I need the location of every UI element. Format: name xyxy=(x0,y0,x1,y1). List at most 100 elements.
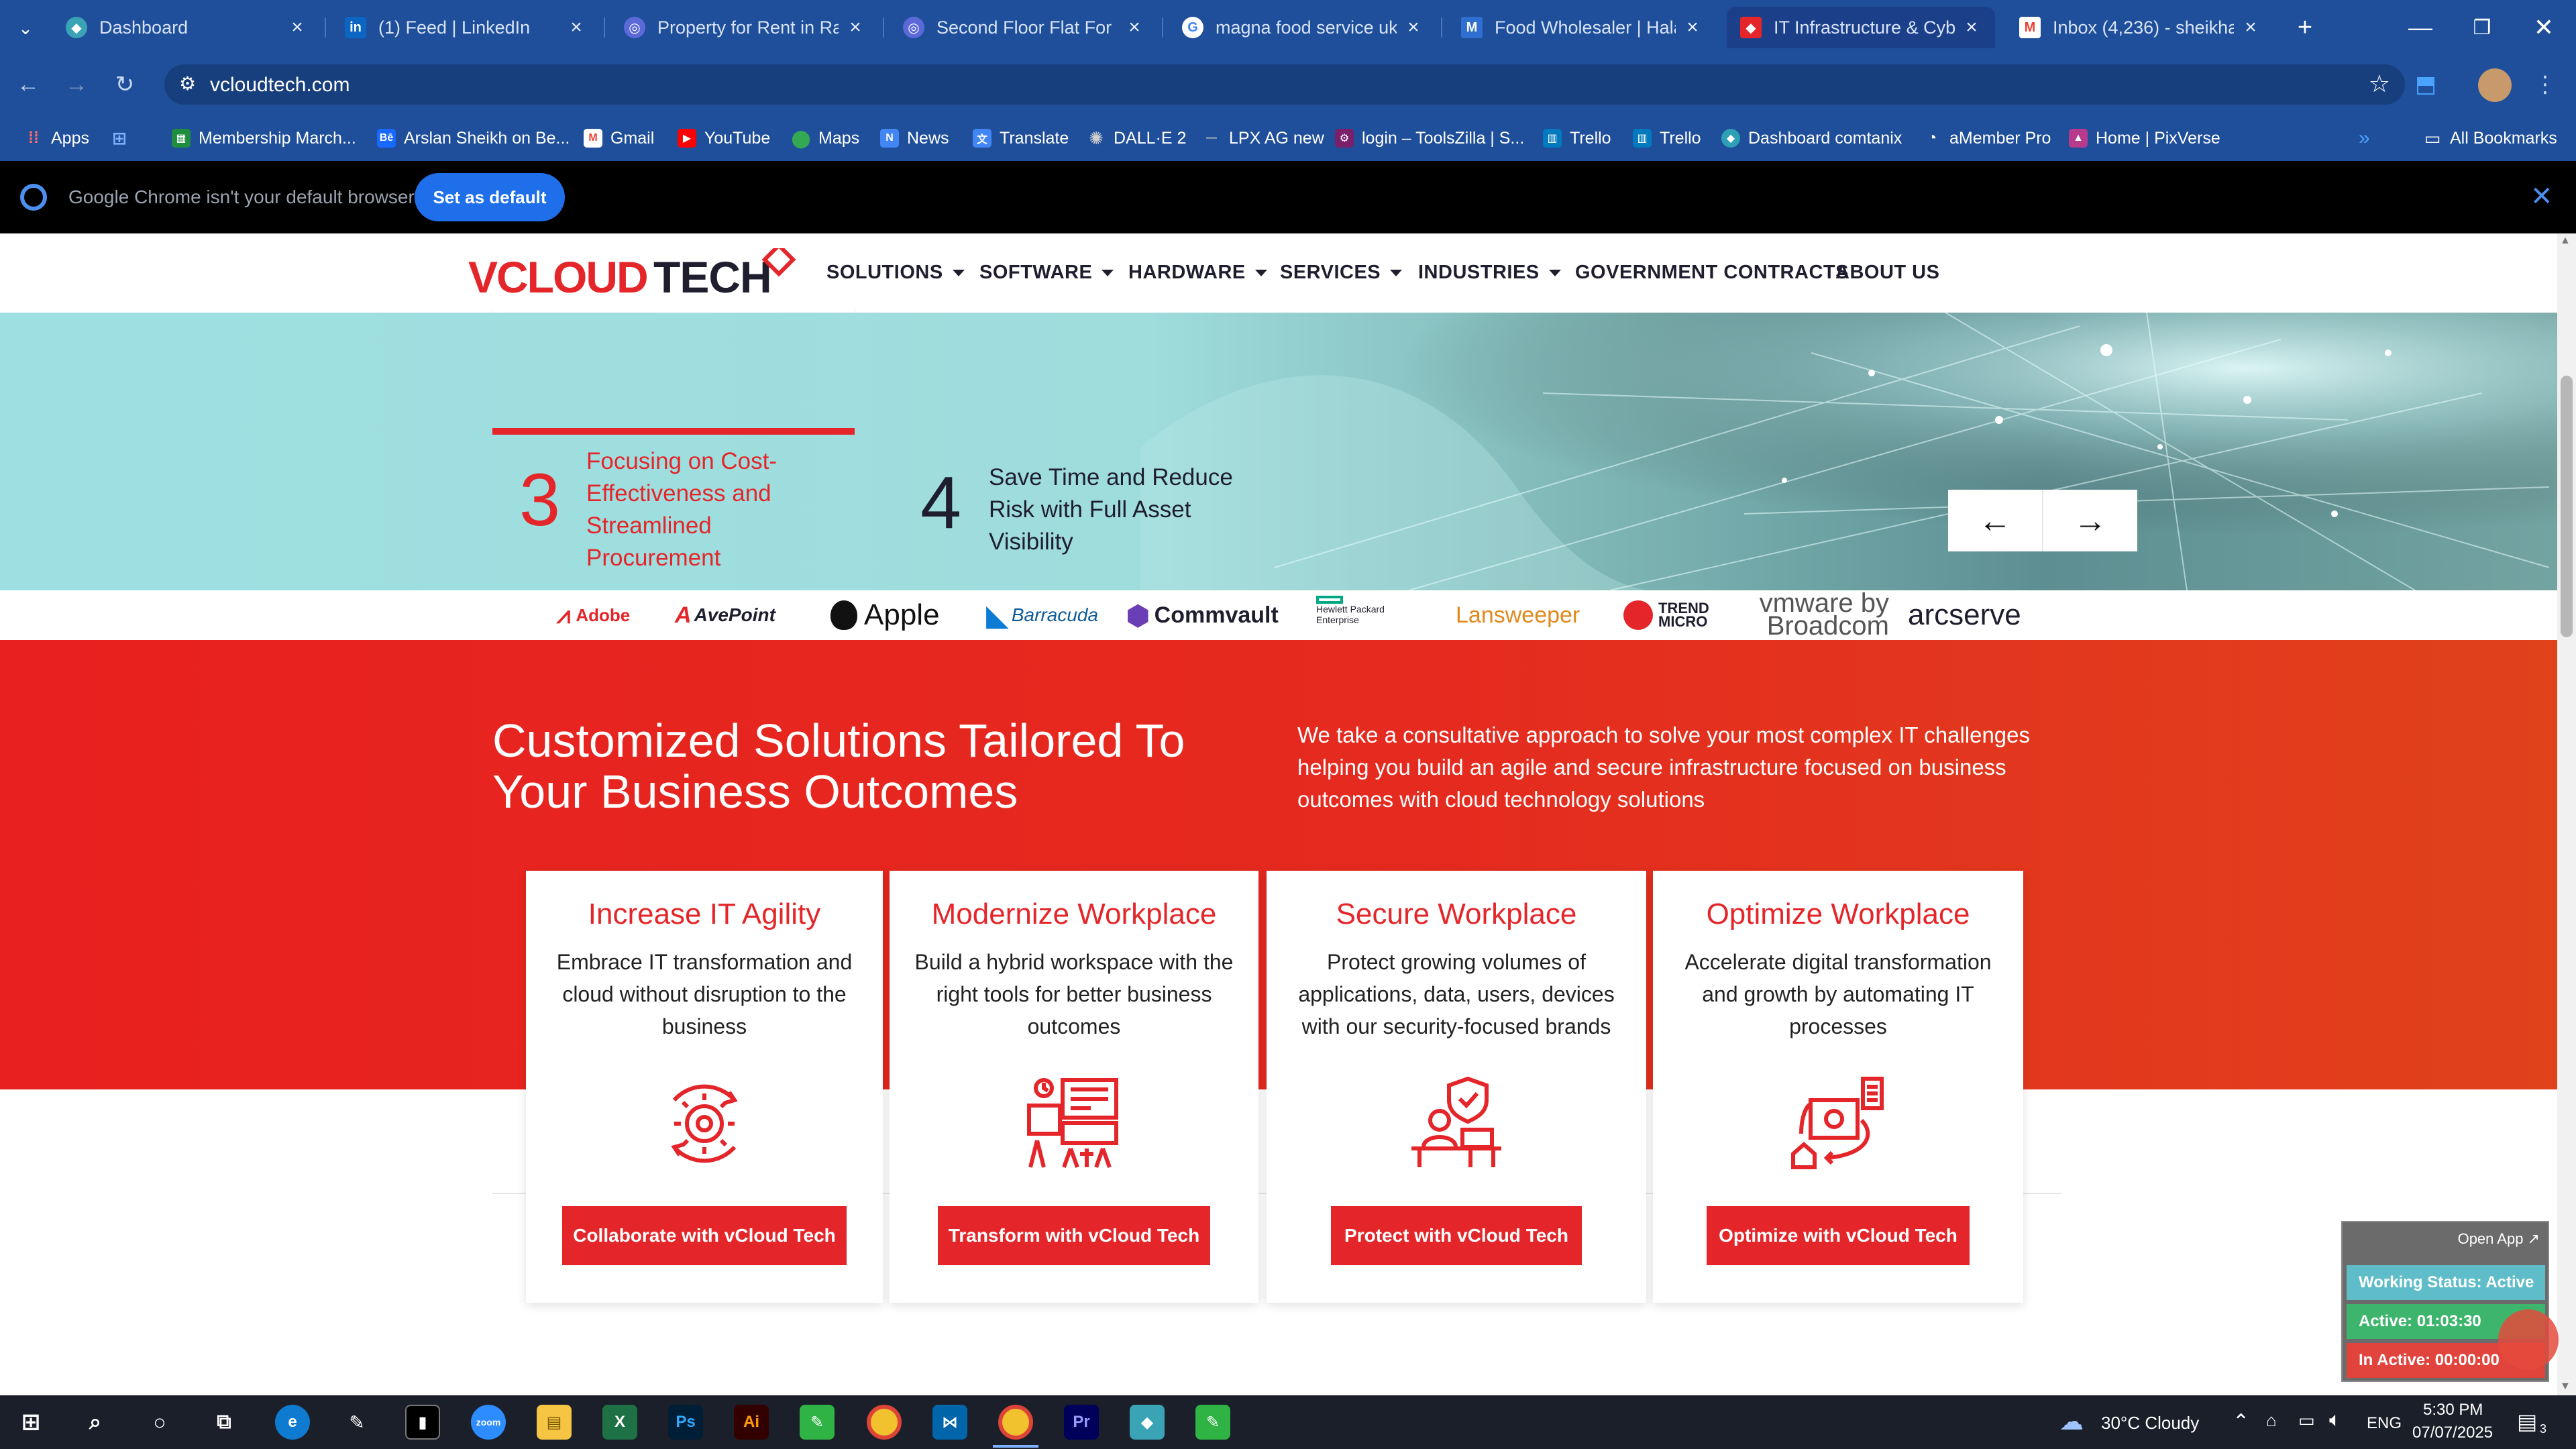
bookmark-gmail[interactable]: M Gmail xyxy=(584,126,654,150)
bookmark-lpx[interactable]: — LPX AG new xyxy=(1202,126,1324,150)
nav-government-contracts[interactable]: GOVERNMENT CONTRACTS xyxy=(1575,262,1849,284)
bookmark-news[interactable]: N News xyxy=(880,126,949,150)
bookmark-trello-1[interactable]: ▥ Trello xyxy=(1543,126,1611,150)
tab-second-floor[interactable]: ◎ Second Floor Flat For Ren × xyxy=(890,7,1158,48)
bookmark-toolszilla[interactable]: ⚙ login – ToolsZilla | S... xyxy=(1335,126,1524,150)
bookmark-star-icon[interactable]: ☆ xyxy=(2369,70,2390,98)
nav-solutions[interactable]: SOLUTIONS xyxy=(826,262,965,284)
bookmark-comtanix[interactable]: ◆ Dashboard comtanix xyxy=(1721,126,1902,150)
extensions-icon[interactable]: ⬒ xyxy=(2410,68,2442,101)
nav-industries[interactable]: INDUSTRIES xyxy=(1418,262,1561,284)
close-tab-icon[interactable]: × xyxy=(1124,16,1144,39)
reload-icon[interactable]: ↻ xyxy=(109,68,141,101)
protect-button[interactable]: Protect with vCloud Tech xyxy=(1331,1206,1582,1265)
brand-commvault-logo[interactable]: ⬢ Commvault xyxy=(1126,598,1279,632)
nav-services[interactable]: SERVICES xyxy=(1280,262,1403,284)
close-tab-icon[interactable]: × xyxy=(1682,16,1703,39)
collaborate-button[interactable]: Collaborate with vCloud Tech xyxy=(562,1206,847,1265)
network-icon[interactable]: ▭ xyxy=(2298,1410,2315,1431)
search-icon[interactable]: ⌕ xyxy=(78,1405,113,1440)
chrome-icon[interactable] xyxy=(867,1405,902,1440)
all-bookmarks-button[interactable]: ▭ All Bookmarks xyxy=(2423,126,2557,150)
photoshop-icon[interactable]: Ps xyxy=(668,1405,703,1440)
profile-avatar[interactable] xyxy=(2478,68,2512,102)
brand-vmware-logo[interactable]: vmware by Broadcom xyxy=(1755,590,1889,639)
windows-start-icon[interactable]: ⊞ xyxy=(13,1405,48,1440)
more-bookmarks-chevron-icon[interactable]: » xyxy=(2359,126,2370,150)
close-tab-icon[interactable]: × xyxy=(1403,16,1424,39)
optimize-button[interactable]: Optimize with vCloud Tech xyxy=(1707,1206,1970,1265)
brand-barracuda-logo[interactable]: ◣ Barracuda xyxy=(986,598,1098,632)
app-green-icon[interactable]: ✎ xyxy=(800,1405,835,1440)
chrome-active-icon[interactable] xyxy=(998,1405,1033,1440)
close-infobar-icon[interactable]: ✕ xyxy=(2530,181,2553,212)
forward-icon[interactable]: → xyxy=(60,68,93,101)
file-explorer-icon[interactable]: ▤ xyxy=(537,1405,572,1440)
task-view-icon[interactable]: ⧉ xyxy=(207,1405,241,1440)
bookmark-membership[interactable]: ▦ Membership March... xyxy=(172,126,356,150)
transform-button[interactable]: Transform with vCloud Tech xyxy=(938,1206,1210,1265)
app-blue-icon[interactable]: ◆ xyxy=(1130,1405,1165,1440)
set-as-default-button[interactable]: Set as default xyxy=(415,173,565,221)
language-indicator[interactable]: ENG xyxy=(2367,1414,2402,1433)
chat-bubble-icon[interactable] xyxy=(2498,1309,2559,1370)
hero-step-3[interactable]: 3 Focusing on Cost-Effectiveness and Str… xyxy=(492,313,855,590)
clock-time[interactable]: 5:30 PM xyxy=(2423,1401,2483,1419)
hero-step-4[interactable]: 4 Save Time and Reduce Risk with Full As… xyxy=(915,313,1277,590)
nav-hardware[interactable]: HARDWARE xyxy=(1128,262,1267,284)
bookmark-apps[interactable]: ⁞⁞ Apps xyxy=(24,126,89,150)
tab-property-rent[interactable]: ◎ Property for Rent in Rawa × xyxy=(610,7,879,48)
nav-about-us[interactable]: ABOUT US xyxy=(1835,262,1939,284)
zoom-icon[interactable]: zoom xyxy=(471,1405,506,1440)
close-window-button[interactable]: ✕ xyxy=(2513,0,2575,55)
prev-arrow-button[interactable]: ← xyxy=(1948,490,2043,551)
bookmark-behance[interactable]: Bē Arslan Sheikh on Be... xyxy=(377,126,570,150)
menu-kebab-icon[interactable]: ⋮ xyxy=(2529,68,2561,101)
scroll-down-arrow-icon[interactable]: ▼ xyxy=(2560,1381,2571,1393)
tab-google-search[interactable]: G magna food service uk - G × xyxy=(1169,7,1437,48)
brand-apple-logo[interactable]: Apple xyxy=(830,598,940,632)
brand-arcserve-logo[interactable]: arcserve xyxy=(1908,598,2021,632)
close-tab-icon[interactable]: × xyxy=(1962,16,1982,39)
notification-center-icon[interactable]: ▤ xyxy=(2517,1409,2537,1434)
close-tab-icon[interactable]: × xyxy=(2241,16,2261,39)
bookmark-dalle[interactable]: ✺ DALL·E 2 xyxy=(1087,126,1186,150)
bookmark-youtube[interactable]: ▶ YouTube xyxy=(678,126,770,150)
next-arrow-button[interactable]: → xyxy=(2043,490,2137,551)
meet-now-icon[interactable]: ⌂ xyxy=(2266,1410,2277,1431)
scroll-up-arrow-icon[interactable]: ▲ xyxy=(2560,235,2571,247)
nav-software[interactable]: SOFTWARE xyxy=(979,262,1114,284)
cortana-icon[interactable]: ○ xyxy=(142,1405,177,1440)
close-tab-icon[interactable]: × xyxy=(287,16,307,39)
back-icon[interactable]: ← xyxy=(12,68,44,101)
vscode-icon[interactable]: ⋈ xyxy=(932,1405,967,1440)
illustrator-icon[interactable]: Ai xyxy=(734,1405,769,1440)
site-info-icon[interactable]: ⚙ xyxy=(179,72,196,95)
address-bar[interactable]: ⚙ vcloudtech.com ☆ xyxy=(164,64,2405,105)
bookmark-tab-groups[interactable]: ⊞ xyxy=(110,126,137,150)
pen-icon[interactable]: ✎ xyxy=(339,1405,374,1440)
minimize-button[interactable]: — xyxy=(2390,0,2451,55)
page-scrollbar-thumb[interactable] xyxy=(2561,376,2573,637)
bookmark-translate[interactable]: 文 Translate xyxy=(973,126,1069,150)
open-app-link[interactable]: Open App ↗ xyxy=(2458,1230,2540,1248)
brand-lansweeper-logo[interactable]: Lansweeper xyxy=(1456,598,1580,632)
close-tab-icon[interactable]: × xyxy=(566,16,586,39)
bookmark-pixverse[interactable]: ▲ Home | PixVerse xyxy=(2069,126,2220,150)
tab-vcloud-active[interactable]: ◆ IT Infrastructure & Cyber × xyxy=(1727,7,1995,48)
tab-food-wholesaler[interactable]: M Food Wholesaler | Halal F × xyxy=(1448,7,1716,48)
tab-linkedin[interactable]: in (1) Feed | LinkedIn × xyxy=(331,7,600,48)
new-tab-button[interactable]: + xyxy=(2285,7,2325,48)
close-tab-icon[interactable]: × xyxy=(845,16,865,39)
premiere-icon[interactable]: Pr xyxy=(1064,1405,1099,1440)
weather-text[interactable]: 30°C Cloudy xyxy=(2101,1413,2199,1434)
tab-search-icon[interactable]: ⌄ xyxy=(9,12,42,44)
brand-trend-micro-logo[interactable]: TREND MICRO xyxy=(1623,598,1709,632)
brand-adobe-logo[interactable]: ⩘ Adobe xyxy=(557,598,630,632)
brand-hpe-logo[interactable]: Hewlett Packard Enterprise xyxy=(1316,596,1391,629)
bookmark-amember[interactable]: ◔ aMember Pro xyxy=(1923,126,2051,150)
bookmark-trello-2[interactable]: ▥ Trello xyxy=(1633,126,1701,150)
edge-icon[interactable]: e xyxy=(275,1405,310,1440)
bookmark-maps[interactable]: ⬤ Maps xyxy=(791,126,859,150)
app-green2-icon[interactable]: ✎ xyxy=(1195,1405,1230,1440)
